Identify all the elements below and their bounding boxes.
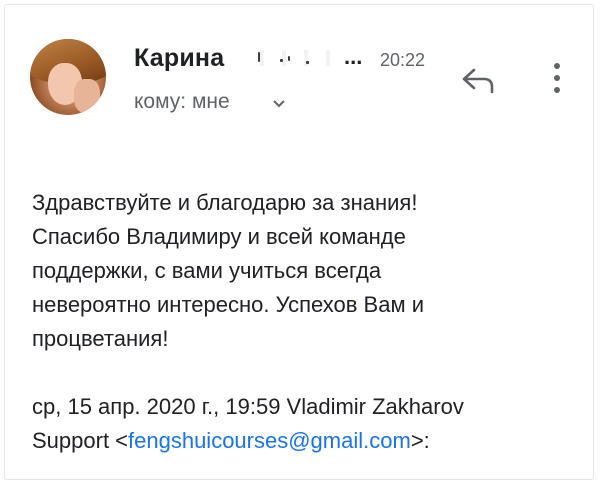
redaction-mark (288, 56, 290, 61)
quote-suffix: >: (410, 428, 430, 453)
reply-icon (462, 68, 494, 94)
message-line: Спасибо Владимиру и всей команде (32, 224, 406, 249)
sender-name[interactable]: Карина (134, 44, 224, 73)
message-line: невероятно интересно. Успехов Вам и (32, 292, 424, 317)
more-options-button[interactable] (545, 58, 569, 98)
message-time: 20:22 (380, 50, 426, 70)
sender-avatar[interactable] (30, 39, 106, 115)
reply-button[interactable] (458, 64, 498, 94)
sender-ellipsis: ... (344, 44, 363, 69)
recipient-label[interactable]: кому: мне (134, 90, 230, 114)
avatar-hand (74, 79, 100, 113)
quote-prefix: Support < (32, 428, 129, 453)
redaction-mark (258, 52, 260, 62)
chevron-down-icon[interactable] (272, 96, 286, 114)
quote-date-line: ср, 15 апр. 2020 г., 19:59 Vladimir Zakh… (32, 394, 464, 419)
quoted-header: ср, 15 апр. 2020 г., 19:59 Vladimir Zakh… (32, 390, 572, 458)
quote-sender-line: Support <fengshuicourses@gmail.com>: (32, 424, 572, 458)
sender-email-link[interactable]: fengshuicourses@gmail.com (128, 428, 411, 453)
redaction-mark (280, 59, 283, 62)
more-vert-icon (554, 63, 560, 93)
message-body: Здравствуйте и благодарю за знания! Спас… (32, 186, 572, 356)
message-line: Здравствуйте и благодарю за знания! (32, 190, 418, 215)
message-line: процветания! (32, 326, 169, 351)
sender-name-redacted (250, 50, 334, 66)
message-line: поддержки, с вами учиться всегда (32, 258, 382, 283)
redaction-mark (306, 61, 309, 64)
